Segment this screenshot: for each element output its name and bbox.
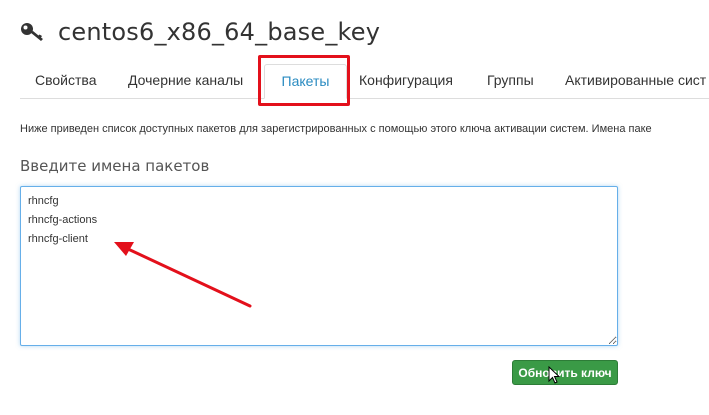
- page: centos6_x86_64_base_key Свойства Дочерни…: [0, 0, 709, 415]
- tab-packages[interactable]: Пакеты: [264, 64, 347, 99]
- tab-groups[interactable]: Группы: [487, 62, 534, 98]
- page-header: centos6_x86_64_base_key: [20, 14, 380, 50]
- tab-activated-systems[interactable]: Активированные сист: [565, 62, 706, 98]
- key-icon: [20, 21, 44, 43]
- mouse-cursor-icon: [548, 366, 560, 384]
- tab-child-channels[interactable]: Дочерние каналы: [128, 62, 243, 98]
- tab-configuration[interactable]: Конфигурация: [359, 62, 453, 98]
- update-key-button[interactable]: Обновить ключ: [512, 360, 618, 385]
- page-title: centos6_x86_64_base_key: [58, 18, 381, 46]
- packages-textarea[interactable]: [20, 186, 618, 346]
- tab-properties[interactable]: Свойства: [35, 62, 96, 98]
- tab-bar: Свойства Дочерние каналы Пакеты Конфигур…: [20, 62, 709, 99]
- packages-description: Ниже приведен список доступных пакетов д…: [20, 123, 652, 135]
- packages-label: Введите имена пакетов: [20, 157, 210, 175]
